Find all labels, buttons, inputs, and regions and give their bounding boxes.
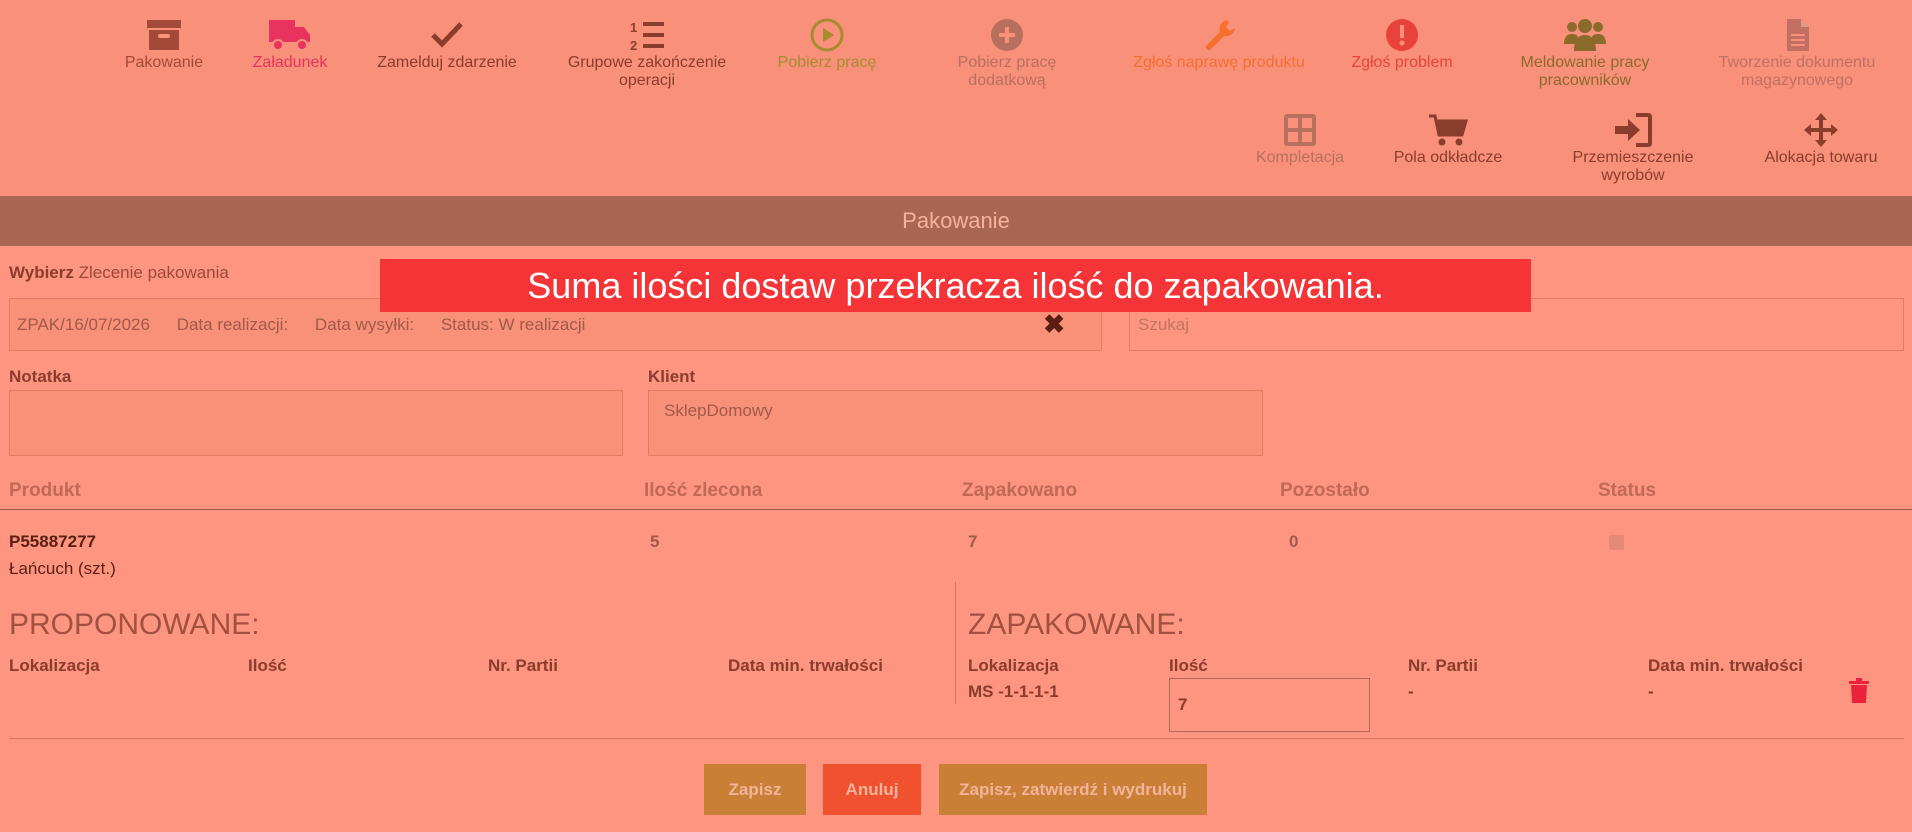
cancel-button[interactable]: Anuluj [823,764,921,815]
toolbar-item-pobierz-prace[interactable]: Pobierz pracę [737,18,917,72]
table-header-divider [0,509,1912,510]
toolbar-item-przemieszczenie[interactable]: Przemieszczenie wyrobów [1543,113,1723,185]
toolbar-item-label: Grupowe zakończenie operacji [567,54,727,89]
toolbar-item-pobierz-dodatkowa[interactable]: Pobierz pracę dodatkową [917,18,1097,90]
section-separator [955,582,956,704]
play-circle-icon [810,18,844,52]
toolbar-item-alokacja[interactable]: Alokacja towaru [1731,113,1911,167]
packed-location: MS -1-1-1-1 [968,682,1059,701]
packed-header-qty: Ilość [1169,656,1208,675]
toolbar-item-pola-odkladcze[interactable]: Pola odkładcze [1358,113,1538,167]
main-toolbar: Pakowanie Załadunek Zamelduj zdarzenie 1… [0,0,1912,196]
column-header-product: Produkt [9,480,81,501]
product-code: P55887277 [9,532,96,551]
svg-text:1: 1 [630,20,637,35]
column-header-packed: Zapakowano [962,480,1078,501]
page-title: Pakowanie [0,196,1912,246]
toolbar-item-label: Przemieszczenie wyrobów [1572,149,1694,184]
toolbar-item-label: Załadunek [252,54,328,71]
toolbar-item-zamelduj[interactable]: Zamelduj zdarzenie [357,18,537,72]
trash-icon[interactable] [1848,678,1870,704]
toolbar-item-zglos-naprawe[interactable]: Zgłoś naprawę produktu [1129,18,1309,72]
note-field[interactable] [9,390,623,456]
packed-header-batch: Nr. Partii [1408,656,1478,675]
order-shipping-date: Data wysyłki: [314,315,415,334]
packed-expiry: - [1648,682,1654,701]
cart-icon [1429,114,1468,146]
order-status: Status: W realizacji [440,315,586,334]
save-button[interactable]: Zapisz [704,764,806,815]
ordered-qty: 5 [650,532,660,551]
toolbar-item-grupowe[interactable]: 1 2 Grupowe zakończenie operacji [557,18,737,90]
client-field[interactable]: SklepDomowy [648,390,1263,456]
move-arrows-icon [1804,113,1838,147]
packed-qty: 7 [968,532,978,551]
product-name: Łańcuch (szt.) [9,559,116,578]
proposed-header-expiry: Data min. trwałości [728,656,883,675]
numbered-list-icon: 1 2 [630,20,664,52]
section-bottom-divider [9,738,1904,739]
packed-title: ZAPAKOWANE: [968,608,1185,641]
toolbar-item-label: Zgłoś naprawę produktu [1133,54,1305,71]
packed-header-location: Lokalizacja [968,656,1059,675]
document-icon [1787,19,1809,51]
packed-batch: - [1408,682,1414,701]
svg-text:2: 2 [630,38,637,52]
save-approve-print-button[interactable]: Zapisz, zatwierdź i wydrukuj [939,764,1207,815]
error-alert: Suma ilości dostaw przekracza ilość do z… [380,259,1531,312]
sign-in-icon [1615,113,1652,147]
toolbar-item-label: Tworzenie dokumentu magazynowego [1718,54,1876,89]
toolbar-item-label: Zamelduj zdarzenie [377,54,517,71]
packed-header-expiry: Data min. trwałości [1648,656,1803,675]
toolbar-item-label: Pobierz pracę dodatkową [957,54,1057,89]
proposed-header-qty: Ilość [248,656,287,675]
check-icon [431,22,463,48]
remaining-qty: 0 [1289,532,1299,551]
packed-qty-input[interactable] [1169,678,1370,732]
truck-icon [269,20,310,51]
column-header-status: Status [1598,480,1657,501]
status-checkbox[interactable] [1609,535,1624,550]
proposed-title: PROPONOWANE: [9,608,260,641]
toolbar-item-label: Pobierz pracę [777,54,877,71]
order-number: ZPAK/16/07/2026 [17,315,150,334]
toolbar-item-zglos-problem[interactable]: Zgłoś problem [1312,18,1492,72]
wrench-icon [1205,20,1235,51]
column-header-ordered: Ilość zlecona [644,480,763,501]
order-select-label-strong: Wybierz [9,263,74,282]
packing-form: Wybierz Zlecenie pakowania ZPAK/16/07/20… [0,246,1912,832]
toolbar-item-meldowanie[interactable]: Meldowanie pracy pracowników [1495,18,1675,90]
toolbar-item-tworzenie-dokumentu[interactable]: Tworzenie dokumentu magazynowego [1707,18,1887,90]
plus-circle-icon [991,19,1023,51]
exclamation-circle-icon [1386,19,1418,51]
client-label: Klient [648,367,696,386]
toolbar-item-label: Pola odkładcze [1393,149,1503,166]
note-label: Notatka [9,367,72,386]
grid-icon [1284,114,1316,146]
column-header-remaining: Pozostało [1280,480,1370,501]
proposed-header-batch: Nr. Partii [488,656,558,675]
users-icon [1564,19,1606,51]
order-select-label-text: Zlecenie pakowania [78,263,229,282]
toolbar-item-zaladunek[interactable]: Załadunek [200,18,380,72]
order-realization-date: Data realizacji: [176,315,289,334]
order-select-label: Wybierz Zlecenie pakowania [9,263,229,283]
toolbar-item-label: Zgłoś problem [1351,54,1453,71]
archive-icon [147,20,181,50]
toolbar-item-label: Alokacja towaru [1764,149,1878,166]
toolbar-item-label: Meldowanie pracy pracowników [1520,54,1650,89]
proposed-header-location: Lokalizacja [9,656,100,675]
